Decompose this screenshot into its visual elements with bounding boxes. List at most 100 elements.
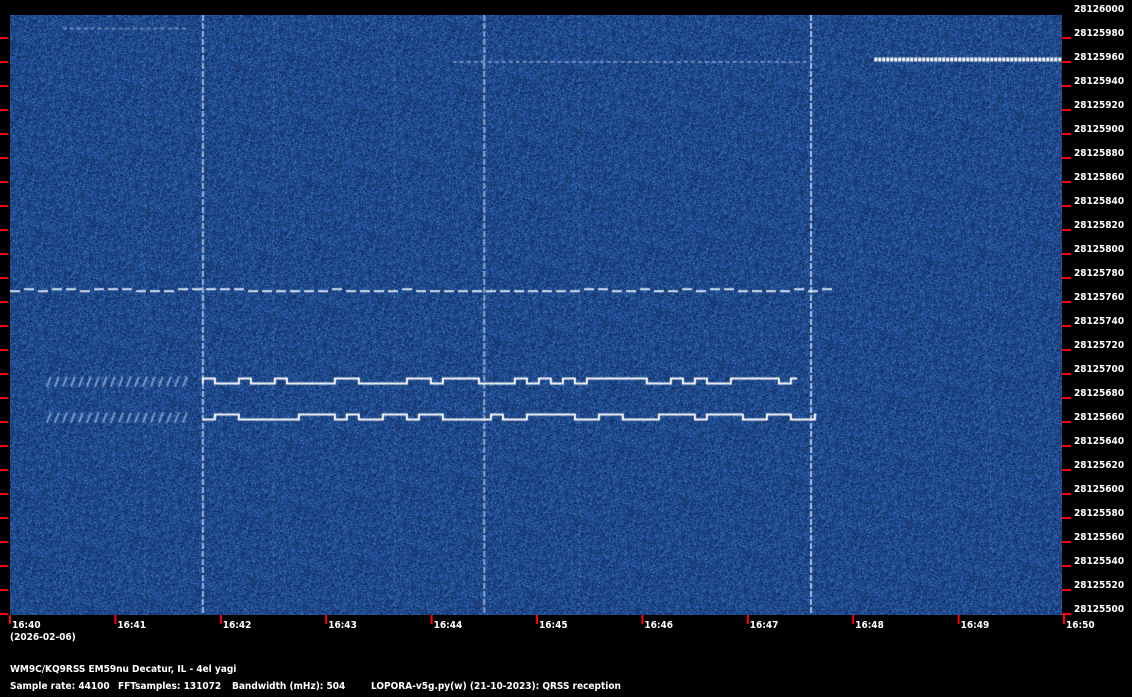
freq-tick-right: [1062, 421, 1071, 423]
bandwidth: Bandwidth (mHz): 504: [232, 681, 346, 692]
freq-tick-left: [0, 277, 8, 279]
sample-rate: Sample rate: 44100: [10, 681, 110, 692]
time-tick-label: 16:48: [855, 620, 884, 631]
freq-tick-left: [0, 517, 8, 519]
freq-tick-left: [0, 85, 8, 87]
time-tick: [536, 615, 538, 624]
time-tick-label: 16:47: [749, 620, 779, 631]
freq-tick-label: 28125540: [1074, 556, 1125, 567]
time-tick-label: 16:40: [12, 620, 41, 631]
freq-tick-label: 28125680: [1074, 388, 1125, 399]
freq-tick-left: [0, 589, 8, 591]
freq-tick-left: [0, 373, 8, 375]
freq-tick-left: [0, 397, 8, 399]
freq-tick-right: [1062, 349, 1071, 351]
time-tick-label: 16:44: [433, 620, 463, 631]
freq-tick-left: [0, 421, 8, 423]
freq-tick-right: [1062, 229, 1071, 231]
freq-tick-label: 28125820: [1074, 220, 1125, 231]
freq-tick-right: [1062, 541, 1071, 543]
time-tick: [9, 615, 11, 624]
axis-overlay: [0, 37, 1071, 624]
freq-tick-left: [0, 565, 8, 567]
software-info: LOPORA-v5g.py(w) (21-10-2023): QRSS rece…: [371, 681, 621, 692]
freq-tick-right: [1062, 181, 1071, 183]
freq-tick-label: 28125520: [1074, 580, 1125, 591]
freq-tick-label: 28125660: [1074, 412, 1125, 423]
freq-tick-right: [1062, 157, 1071, 159]
time-tick-label: 16:41: [117, 620, 147, 631]
freq-tick-right: [1062, 397, 1071, 399]
freq-tick-right: [1062, 37, 1071, 39]
freq-tick-left: [0, 109, 8, 111]
freq-tick-left: [0, 205, 8, 207]
freq-tick-right: [1062, 133, 1071, 135]
freq-tick-label: 28125620: [1074, 460, 1125, 471]
freq-tick-label: 28125640: [1074, 436, 1125, 447]
freq-tick-right: [1062, 301, 1071, 303]
freq-tick-right: [1062, 589, 1071, 591]
freq-tick-left: [0, 325, 8, 327]
freq-tick-label: 28125700: [1074, 364, 1125, 375]
time-tick: [219, 615, 222, 624]
fft-samples: FFTsamples: 131072: [118, 681, 222, 692]
freq-tick-label: 28125800: [1074, 244, 1125, 255]
time-tick: [114, 615, 117, 624]
freq-tick-right: [1062, 373, 1071, 375]
freq-tick-left: [0, 349, 8, 351]
time-tick-label: 16:50: [1066, 620, 1095, 631]
freq-tick-right: [1062, 517, 1071, 519]
freq-tick-label: 28125760: [1074, 292, 1125, 303]
time-tick: [430, 615, 433, 624]
freq-tick-right: [1062, 325, 1071, 327]
freq-tick-left: [0, 613, 8, 615]
freq-tick-label: 28125900: [1074, 124, 1125, 135]
freq-tick-label: 28125740: [1074, 316, 1125, 327]
time-tick-label: 16:43: [328, 620, 357, 631]
freq-tick-label: 28125940: [1074, 76, 1125, 87]
freq-tick-left: [0, 253, 8, 255]
freq-tick-right: [1062, 493, 1071, 495]
time-tick-label: 16:46: [644, 620, 674, 631]
time-tick: [325, 615, 328, 624]
time-tick: [641, 615, 644, 624]
freq-tick-right: [1062, 61, 1071, 63]
freq-tick-left: [0, 61, 8, 63]
freq-tick-label: 28125920: [1074, 100, 1125, 111]
freq-tick-right: [1062, 613, 1071, 615]
time-tick: [1063, 615, 1065, 624]
freq-tick-right: [1062, 109, 1071, 111]
freq-tick-label: 28125980: [1074, 28, 1125, 39]
freq-tick-left: [0, 301, 8, 303]
freq-tick-label: 28125840: [1074, 196, 1125, 207]
freq-tick-label: 28126000: [1074, 4, 1125, 15]
freq-tick-right: [1062, 253, 1071, 255]
freq-tick-left: [0, 37, 8, 39]
freq-tick-left: [0, 469, 8, 471]
time-tick-label: 16:42: [222, 620, 252, 631]
freq-tick-label: 28125500: [1074, 604, 1125, 615]
freq-tick-label: 28125580: [1074, 508, 1125, 519]
freq-tick-right: [1062, 565, 1071, 567]
freq-tick-left: [0, 229, 8, 231]
freq-tick-label: 28125880: [1074, 148, 1125, 159]
freq-tick-left: [0, 157, 8, 159]
freq-tick-label: 28125600: [1074, 484, 1125, 495]
time-tick-label: 16:45: [539, 620, 568, 631]
freq-tick-label: 28125860: [1074, 172, 1125, 183]
freq-tick-label: 28125560: [1074, 532, 1125, 543]
freq-tick-right: [1062, 469, 1071, 471]
freq-tick-label: 28125720: [1074, 340, 1125, 351]
freq-tick-right: [1062, 445, 1071, 447]
time-tick-label: 16:49: [960, 620, 990, 631]
date-label: (2026-02-06): [10, 632, 76, 643]
freq-tick-left: [0, 493, 8, 495]
freq-tick-right: [1062, 277, 1071, 279]
time-tick: [852, 615, 855, 624]
freq-tick-left: [0, 445, 8, 447]
station-info: WM9C/KQ9RSS EM59nu Decatur, IL - 4el yag…: [10, 664, 237, 675]
time-tick: [957, 615, 960, 624]
freq-tick-right: [1062, 205, 1071, 207]
freq-tick-left: [0, 541, 8, 543]
freq-tick-label: 28125780: [1074, 268, 1125, 279]
